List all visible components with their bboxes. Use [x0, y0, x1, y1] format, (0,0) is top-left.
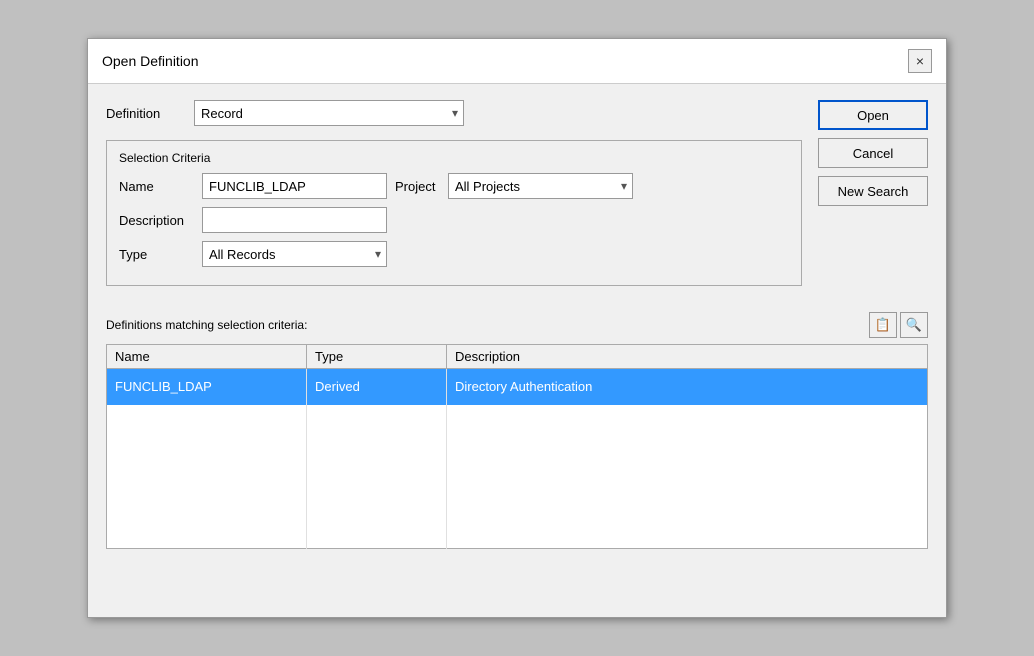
bottom-section: Definitions matching selection criteria:…: [88, 312, 946, 565]
row-name: FUNCLIB_LDAP: [107, 369, 307, 405]
close-button[interactable]: ×: [908, 49, 932, 73]
project-label: Project: [395, 179, 440, 194]
selection-criteria-title: Selection Criteria: [119, 151, 789, 165]
definition-select-wrapper: Record File View Table: [194, 100, 464, 126]
type-select-wrapper: All Records Derived Standard Dynamic: [202, 241, 387, 267]
name-label: Name: [119, 179, 194, 194]
table-row-empty-4: [107, 477, 928, 501]
type-label: Type: [119, 247, 194, 262]
right-panel: Open Cancel New Search: [818, 100, 928, 296]
results-table: Name Type Description FUNCLIB_LDAP Deriv…: [106, 344, 928, 549]
table-row[interactable]: FUNCLIB_LDAP Derived Directory Authentic…: [107, 369, 928, 405]
matching-label: Definitions matching selection criteria:: [106, 318, 307, 332]
row-type: Derived: [307, 369, 447, 405]
row-description: Directory Authentication: [447, 369, 928, 405]
left-panel: Definition Record File View Table Select…: [106, 100, 802, 296]
matching-bar: Definitions matching selection criteria:…: [106, 312, 928, 338]
table-row-empty-2: [107, 429, 928, 453]
table-row-empty-6: [107, 525, 928, 549]
search-icon: 🔍: [906, 317, 922, 333]
header-row: Name Type Description: [107, 345, 928, 369]
project-select[interactable]: All Projects Project A Project B: [448, 173, 633, 199]
list-icon: 📋: [875, 317, 891, 333]
list-view-button[interactable]: 📋: [869, 312, 897, 338]
name-project-row: Name Project All Projects Project A Proj…: [119, 173, 789, 199]
selection-criteria-box: Selection Criteria Name Project All Proj…: [106, 140, 802, 286]
table-row-empty-3: [107, 453, 928, 477]
cancel-button[interactable]: Cancel: [818, 138, 928, 168]
definition-row: Definition Record File View Table: [106, 100, 802, 126]
description-label: Description: [119, 213, 194, 228]
table-body: FUNCLIB_LDAP Derived Directory Authentic…: [107, 369, 928, 549]
table-row-empty-5: [107, 501, 928, 525]
table-header: Name Type Description: [107, 345, 928, 369]
description-row: Description: [119, 207, 789, 233]
type-row: Type All Records Derived Standard Dynami…: [119, 241, 789, 267]
dialog-title: Open Definition: [102, 53, 199, 69]
table-row-empty-1: [107, 405, 928, 429]
name-input[interactable]: [202, 173, 387, 199]
type-select[interactable]: All Records Derived Standard Dynamic: [202, 241, 387, 267]
col-header-name: Name: [107, 345, 307, 369]
description-input[interactable]: [202, 207, 387, 233]
col-header-type: Type: [307, 345, 447, 369]
icon-buttons: 📋 🔍: [869, 312, 928, 338]
open-button[interactable]: Open: [818, 100, 928, 130]
definition-label: Definition: [106, 106, 186, 121]
search-view-button[interactable]: 🔍: [900, 312, 928, 338]
open-definition-dialog: Open Definition × Definition Record File…: [87, 38, 947, 618]
title-bar: Open Definition ×: [88, 39, 946, 84]
dialog-body: Definition Record File View Table Select…: [88, 84, 946, 312]
col-header-description: Description: [447, 345, 928, 369]
project-select-wrapper: All Projects Project A Project B: [448, 173, 633, 199]
new-search-button[interactable]: New Search: [818, 176, 928, 206]
definition-select[interactable]: Record File View Table: [194, 100, 464, 126]
